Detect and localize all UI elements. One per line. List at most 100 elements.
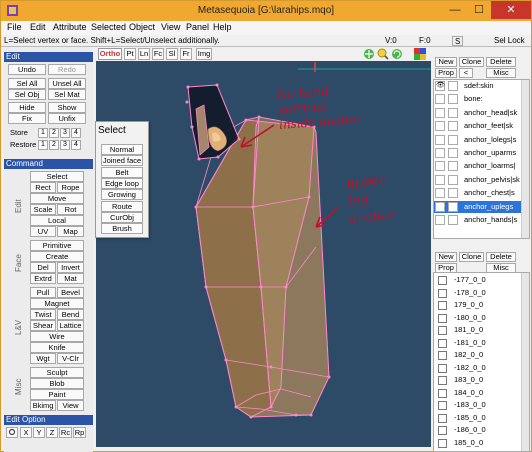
menu-view[interactable]: View <box>161 22 180 32</box>
bevel-button[interactable]: Bevel <box>57 287 84 298</box>
store-slot-4[interactable]: 4 <box>71 128 81 138</box>
visibility-eye-icon[interactable] <box>435 215 445 225</box>
lock-toggle-icon[interactable] <box>448 94 458 105</box>
material-checkbox[interactable] <box>438 338 447 348</box>
object-new-button[interactable]: New <box>435 57 457 67</box>
object-list-item[interactable]: 👁 anchor_uplegs <box>434 200 529 213</box>
material-checkbox[interactable] <box>438 288 447 298</box>
material-list-item[interactable]: -183_0_0 <box>434 399 529 411</box>
select-route-button[interactable]: Route <box>101 201 143 212</box>
visibility-eye-icon[interactable] <box>435 148 445 158</box>
object-list-item[interactable]: anchor_lolegs|s <box>434 134 529 146</box>
material-checkbox[interactable] <box>438 426 447 435</box>
material-list-item[interactable]: -186_0_0 <box>434 424 529 436</box>
material-checkbox[interactable] <box>438 301 447 310</box>
knife-button[interactable]: Knife <box>30 342 84 353</box>
material-checkbox[interactable] <box>438 326 447 335</box>
visibility-eye-icon[interactable] <box>435 174 445 185</box>
visibility-eye-icon[interactable] <box>435 121 445 132</box>
select-material-button[interactable]: Sel Mat <box>48 89 86 100</box>
hide-button[interactable]: Hide <box>8 102 46 113</box>
material-list-item[interactable]: 179_0_0 <box>434 299 529 311</box>
visibility-eye-icon[interactable] <box>435 94 445 105</box>
lock-toggle-icon[interactable] <box>448 81 458 91</box>
material-list-item[interactable]: 181_0_0 <box>434 324 529 336</box>
material-clone-button[interactable]: Clone <box>459 252 484 262</box>
store-slot-3[interactable]: 3 <box>60 128 70 138</box>
material-delete-button[interactable]: Delete <box>486 252 516 262</box>
tab-frame[interactable]: Fr <box>180 48 192 60</box>
visibility-eye-icon[interactable] <box>435 134 445 145</box>
unfix-button[interactable]: Unfix <box>48 113 86 124</box>
s-toggle[interactable]: S <box>452 36 464 46</box>
view-color-icon[interactable] <box>414 48 426 60</box>
tab-image[interactable]: Img <box>196 48 212 60</box>
visibility-eye-icon[interactable] <box>435 161 445 172</box>
twist-button[interactable]: Twist <box>30 309 56 320</box>
object-list-item[interactable]: anchor_loarms| <box>434 160 529 172</box>
tab-faces[interactable]: Fc <box>152 48 164 60</box>
map-button[interactable]: Map <box>57 226 84 237</box>
visibility-eye-icon[interactable]: 👁 <box>435 81 445 91</box>
select-growing-button[interactable]: Growing <box>101 189 143 200</box>
delete-button[interactable]: Del <box>30 262 56 273</box>
show-button[interactable]: Show <box>48 102 86 113</box>
select-all-button[interactable]: Sel All <box>8 78 46 89</box>
select-button[interactable]: Select <box>30 171 84 182</box>
close-button[interactable]: ✕ <box>491 1 531 19</box>
select-normal-button[interactable]: Normal <box>101 144 143 155</box>
axis-x-toggle[interactable]: X <box>20 427 32 438</box>
material-list-item[interactable]: -181_0_0 <box>434 337 529 349</box>
store-slot-2[interactable]: 2 <box>49 128 59 138</box>
create-button[interactable]: Create <box>30 251 84 262</box>
mesh-canvas[interactable] <box>96 47 431 447</box>
undo-button[interactable]: Undo <box>8 64 46 75</box>
select-brush-button[interactable]: Brush <box>101 223 143 234</box>
menu-edit[interactable]: Edit <box>30 22 46 32</box>
menu-panel[interactable]: Panel <box>186 22 209 32</box>
unselect-all-button[interactable]: Unsel All <box>48 78 86 89</box>
shear-button[interactable]: Shear <box>30 320 56 331</box>
redo-button[interactable]: Redo <box>48 64 86 75</box>
object-list-scrollbar[interactable] <box>521 80 529 238</box>
material-list-item[interactable]: 182_0_0 <box>434 349 529 361</box>
object-collapse-button[interactable]: < <box>459 68 473 78</box>
menu-object[interactable]: Object <box>129 22 155 32</box>
material-list-item[interactable]: -178_0_0 <box>434 287 529 299</box>
rp-toggle[interactable]: Rp <box>73 427 86 438</box>
select-object-button[interactable]: Sel Obj <box>8 89 46 100</box>
3d-viewport[interactable]: No hand vertices inside anchor upper leg… <box>96 47 431 447</box>
bend-button[interactable]: Bend <box>57 309 84 320</box>
material-checkbox[interactable] <box>438 438 447 448</box>
menu-file[interactable]: File <box>7 22 22 32</box>
material-checkbox[interactable] <box>438 351 447 360</box>
local-button[interactable]: Local <box>30 215 84 226</box>
lock-toggle-icon[interactable] <box>448 161 458 172</box>
restore-slot-1[interactable]: 1 <box>38 140 48 150</box>
tab-lines[interactable]: Ln <box>138 48 150 60</box>
object-list-item[interactable]: 👁 sdef:skin <box>434 80 529 92</box>
lock-toggle-icon[interactable] <box>448 148 458 158</box>
blob-button[interactable]: Blob <box>30 378 84 389</box>
restore-slot-3[interactable]: 3 <box>60 140 70 150</box>
primitive-button[interactable]: Primitive <box>30 240 84 251</box>
weight-button[interactable]: Wgt <box>30 353 56 364</box>
rotate-view-icon[interactable] <box>391 48 403 60</box>
material-checkbox[interactable] <box>438 413 447 423</box>
rope-button[interactable]: Rope <box>57 182 84 193</box>
select-joined-face-button[interactable]: Joined face <box>101 155 143 166</box>
move-button[interactable]: Move <box>30 193 84 204</box>
material-list-item[interactable]: -177_0_0 <box>434 274 529 286</box>
material-list-item[interactable]: -185_0_0 <box>434 412 529 424</box>
lock-toggle-icon[interactable] <box>448 201 458 212</box>
visibility-eye-icon[interactable] <box>435 107 445 118</box>
material-checkbox[interactable] <box>438 313 447 323</box>
object-list-item[interactable]: anchor_uparms <box>434 147 529 159</box>
material-list-item[interactable]: -182_0_0 <box>434 362 529 374</box>
invert-button[interactable]: Invert <box>57 262 84 273</box>
lock-toggle-icon[interactable] <box>448 188 458 199</box>
tab-points[interactable]: Pt <box>124 48 136 60</box>
visibility-eye-icon[interactable] <box>435 188 445 199</box>
material-new-button[interactable]: New <box>435 252 457 262</box>
object-delete-button[interactable]: Delete <box>486 57 516 67</box>
